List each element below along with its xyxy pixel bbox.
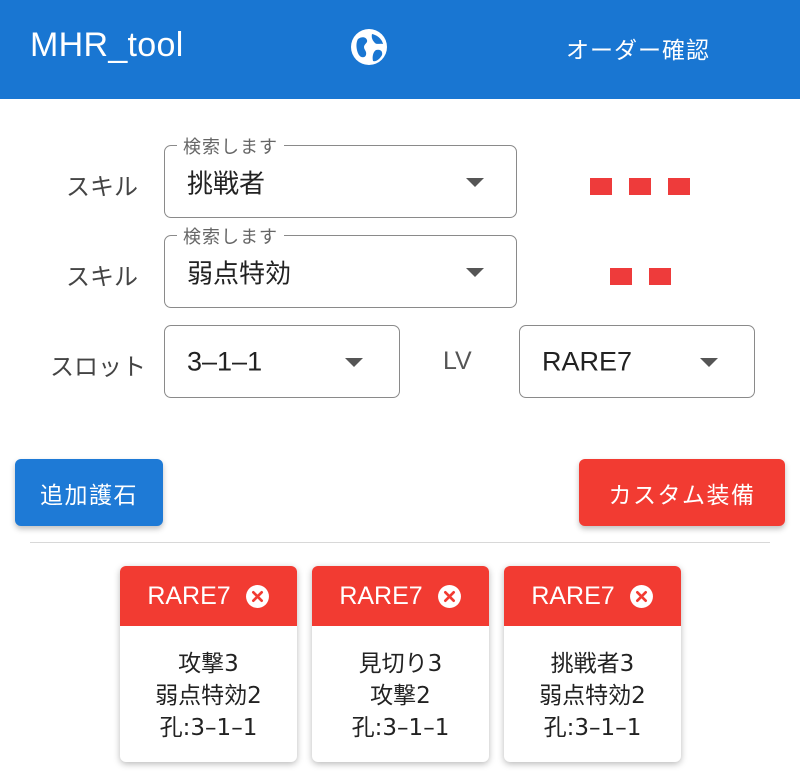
lv-value: RARE7 xyxy=(542,346,633,376)
skill1-select[interactable]: 検索します 挑戦者 xyxy=(164,133,517,218)
app-title: MHR_tool xyxy=(30,26,184,64)
card-slot-line: 孔:3–1–1 xyxy=(159,715,258,741)
card-skill-line: 挑戦者3 xyxy=(550,651,635,677)
card-skill-line: 攻撃3 xyxy=(178,651,239,677)
custom-equipment-button[interactable]: カスタム装備 xyxy=(579,459,785,526)
skill2-label: スキル xyxy=(66,263,138,291)
slot-label: スロット xyxy=(50,353,146,381)
card-header: RARE7 xyxy=(312,566,489,626)
level-dot xyxy=(629,178,651,195)
remove-icon[interactable] xyxy=(437,584,462,609)
level-dot xyxy=(590,178,612,195)
card-rarity: RARE7 xyxy=(339,581,423,610)
card-header: RARE7 xyxy=(504,566,681,626)
slot-value: 3–1–1 xyxy=(187,346,263,376)
card-rarity: RARE7 xyxy=(531,581,615,610)
level-dot xyxy=(668,178,690,195)
remove-icon[interactable] xyxy=(245,584,270,609)
card-body: 攻撃3 弱点特効2 孔:3–1–1 xyxy=(120,626,297,744)
skill1-legend: 検索します xyxy=(177,133,284,159)
chevron-down-icon xyxy=(345,357,363,367)
level-dot xyxy=(610,268,632,285)
skill2-legend: 検索します xyxy=(177,223,284,249)
card-body: 挑戦者3 弱点特効2 孔:3–1–1 xyxy=(504,626,681,744)
card-skill-line: 弱点特効2 xyxy=(155,683,262,709)
add-talisman-button[interactable]: 追加護石 xyxy=(15,459,163,526)
lv-label: LV xyxy=(443,347,472,375)
card-rarity: RARE7 xyxy=(147,581,231,610)
card-slot-line: 孔:3–1–1 xyxy=(351,715,450,741)
card-skill-line: 弱点特効2 xyxy=(539,683,646,709)
card-skill-line: 見切り3 xyxy=(358,651,443,677)
order-confirm-button[interactable]: オーダー確認 xyxy=(560,24,716,72)
skill1-value: 挑戦者 xyxy=(187,169,266,199)
skill2-value: 弱点特効 xyxy=(187,259,292,289)
talisman-card: RARE7 攻撃3 弱点特効2 孔:3–1–1 xyxy=(120,566,297,762)
chevron-down-icon xyxy=(700,357,718,367)
chevron-down-icon xyxy=(466,177,484,187)
card-slot-line: 孔:3–1–1 xyxy=(543,715,642,741)
card-body: 見切り3 攻撃2 孔:3–1–1 xyxy=(312,626,489,744)
divider xyxy=(30,542,770,543)
skill1-level-indicator xyxy=(590,178,690,195)
talisman-card: RARE7 挑戦者3 弱点特効2 孔:3–1–1 xyxy=(504,566,681,762)
skill2-level-indicator xyxy=(610,268,671,285)
card-skill-line: 攻撃2 xyxy=(370,683,431,709)
slot-select[interactable]: 3–1–1 xyxy=(164,325,400,398)
level-dot xyxy=(649,268,671,285)
skill2-select[interactable]: 検索します 弱点特効 xyxy=(164,223,517,308)
chevron-down-icon xyxy=(466,267,484,277)
app-bar: MHR_tool オーダー確認 xyxy=(0,0,800,99)
remove-icon[interactable] xyxy=(629,584,654,609)
talisman-card: RARE7 見切り3 攻撃2 孔:3–1–1 xyxy=(312,566,489,762)
lv-select[interactable]: RARE7 xyxy=(519,325,755,398)
globe-icon[interactable] xyxy=(349,27,389,67)
skill1-label: スキル xyxy=(66,173,138,201)
card-header: RARE7 xyxy=(120,566,297,626)
